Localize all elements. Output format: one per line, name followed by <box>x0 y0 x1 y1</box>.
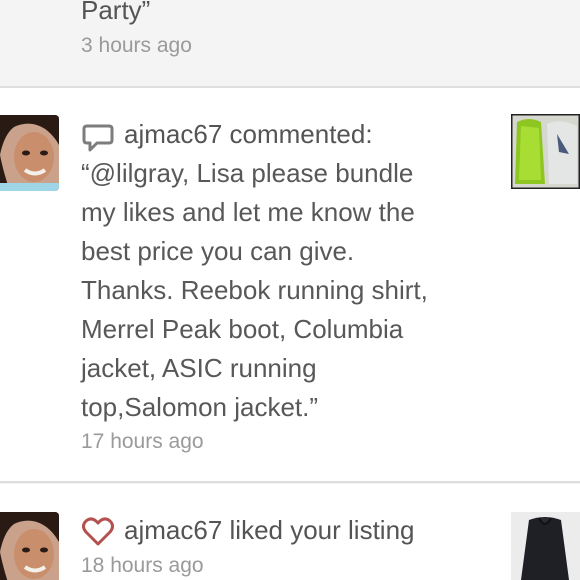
username-link[interactable]: ajmac67 <box>124 515 222 545</box>
comment-bubble-icon <box>82 124 114 152</box>
like-header: ajmac67 liked your listing <box>124 514 415 546</box>
listing-thumbnail[interactable] <box>511 114 580 189</box>
comment-text-line: my likes and let me know the <box>81 197 415 227</box>
comment-text-line: top,Salomon jacket.” <box>81 392 319 422</box>
feed-item-time: 3 hours ago <box>81 34 192 57</box>
username-link[interactable]: ajmac67 <box>124 119 222 149</box>
avatar[interactable] <box>0 512 59 580</box>
comment-text-line: Merrel Peak boot, Columbia <box>81 314 404 344</box>
action-text: commented: <box>229 119 373 149</box>
feed-item-title-tail: Party” <box>81 0 151 25</box>
comment-header: ajmac67 commented: <box>124 118 373 150</box>
feed-item-time: 17 hours ago <box>81 430 204 453</box>
feed-divider <box>0 481 580 483</box>
feed-item-like[interactable]: ajmac67 liked your listing 18 hours ago <box>0 484 580 580</box>
heart-icon <box>82 517 114 546</box>
action-text: liked your listing <box>229 515 415 545</box>
feed-item-partial[interactable]: Party” 3 hours ago <box>0 0 580 86</box>
comment-text-line: jacket, ASIC running <box>81 353 317 383</box>
feed-item-comment[interactable]: ajmac67 commented: “@lilgray, Lisa pleas… <box>0 88 580 481</box>
feed-item-time: 18 hours ago <box>81 554 204 577</box>
comment-text-line: best price you can give. <box>81 236 355 266</box>
avatar[interactable] <box>0 115 59 191</box>
comment-text-line: Thanks. Reebok running shirt, <box>81 275 428 305</box>
listing-thumbnail[interactable] <box>511 512 580 580</box>
comment-text-line: “@lilgray, Lisa please bundle <box>81 158 414 188</box>
activity-feed: Party” 3 hours ago ajmac67 commented: “@ <box>0 0 580 580</box>
